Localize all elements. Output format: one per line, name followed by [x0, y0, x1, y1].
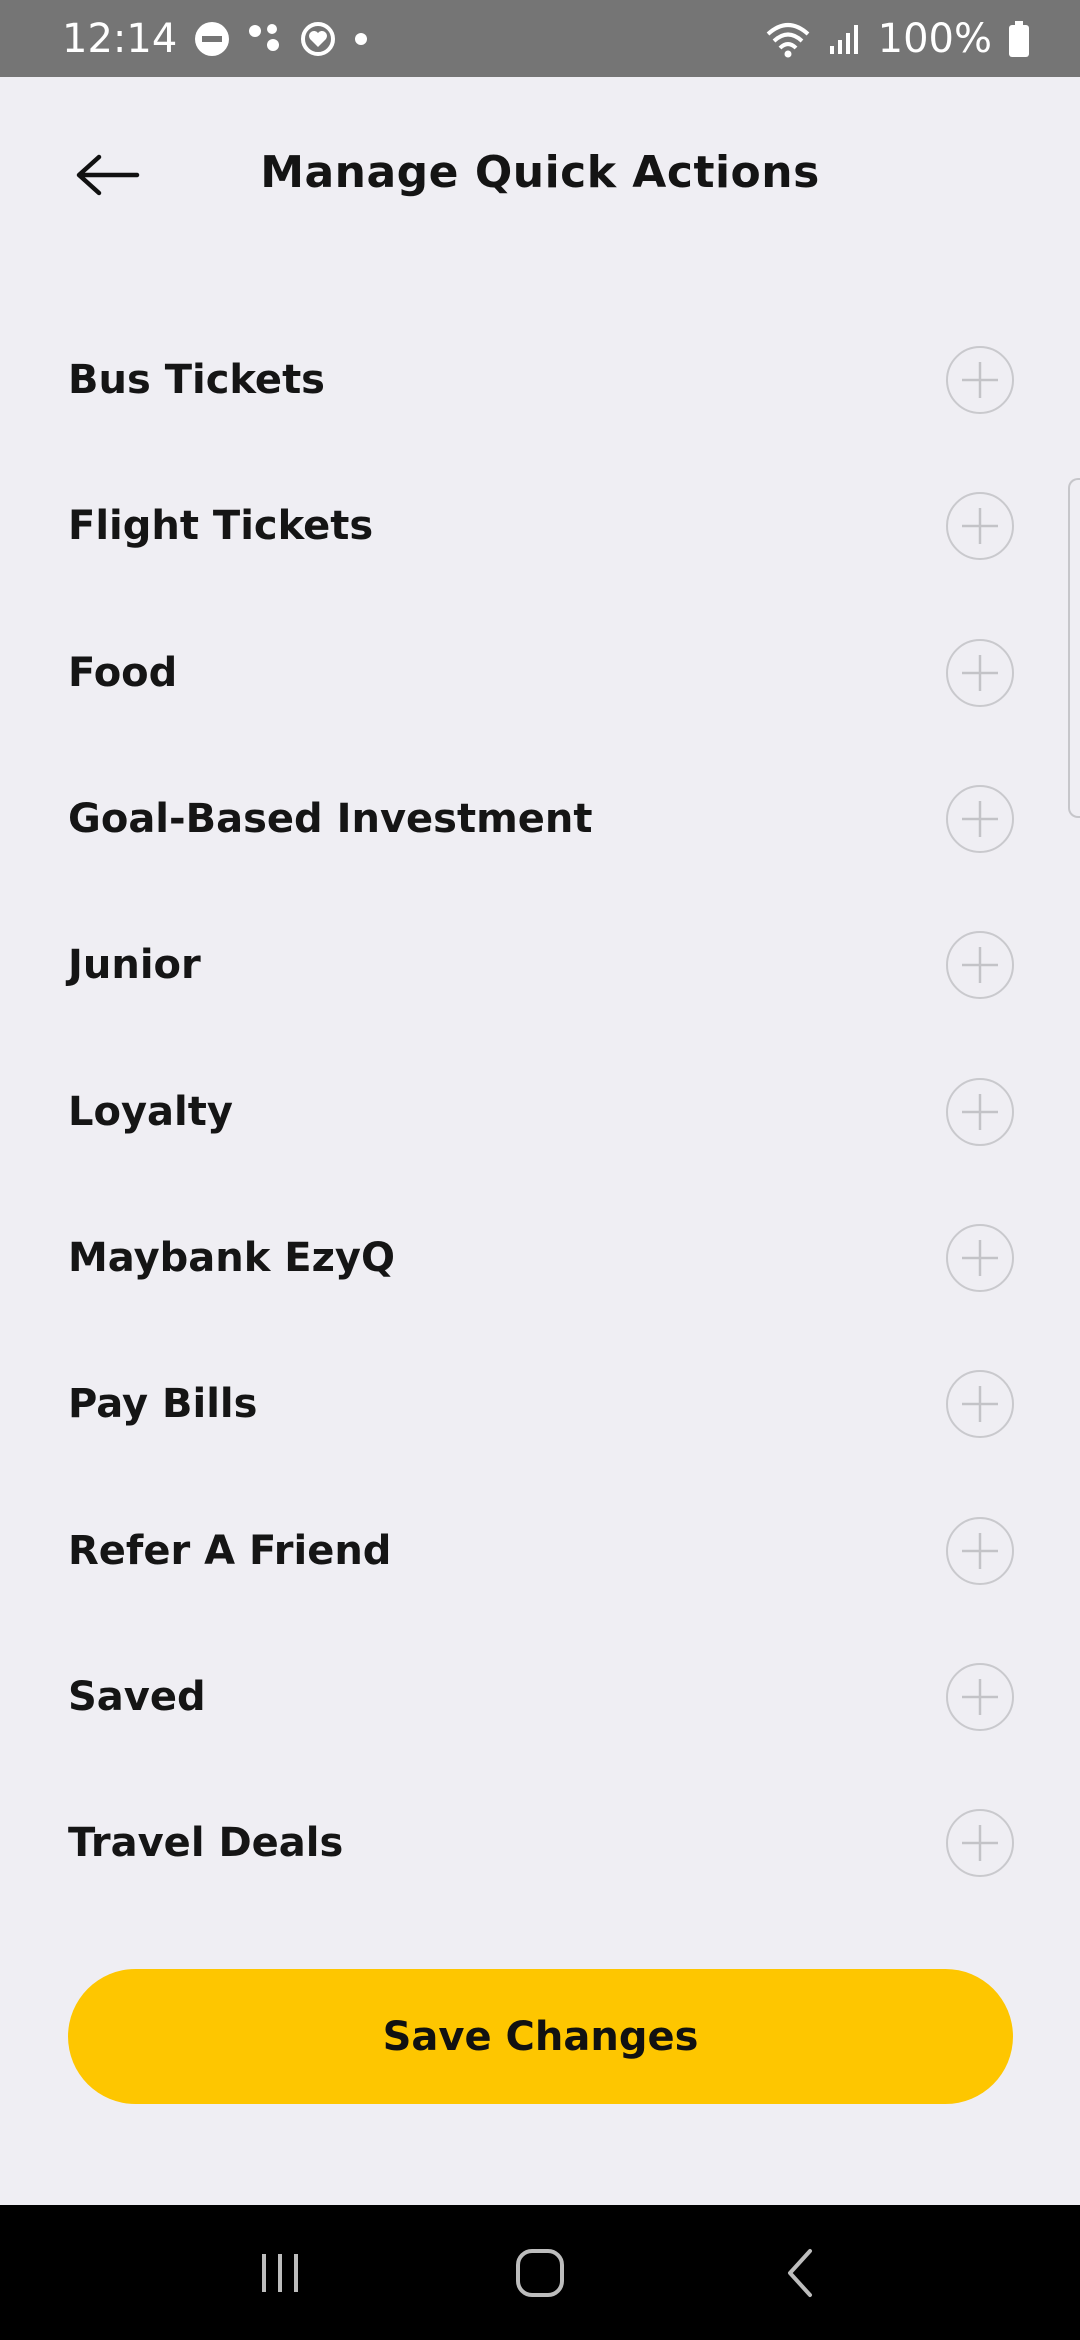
dots-app-icon: [247, 21, 283, 57]
add-button[interactable]: [946, 931, 1014, 1000]
plus-icon: [962, 1386, 998, 1423]
action-label: Junior: [68, 942, 201, 989]
system-nav-bar: [0, 2205, 1080, 2340]
status-bar: 12:14 100%: [0, 0, 1080, 77]
status-time: 12:14: [62, 15, 178, 62]
action-label: Bus Tickets: [68, 357, 325, 404]
list-item-pay-bills: Pay Bills: [0, 1331, 1080, 1477]
list-item-saved: Saved: [0, 1624, 1080, 1770]
list-item-maybank-ezyq: Maybank EzyQ: [0, 1185, 1080, 1331]
add-button[interactable]: [946, 1223, 1014, 1292]
add-button[interactable]: [946, 492, 1014, 561]
plus-icon: [962, 1825, 998, 1862]
plus-icon: [962, 654, 998, 691]
scrollbar[interactable]: [1068, 478, 1080, 818]
home-icon: [516, 2248, 564, 2297]
list-item-travel-deals: Travel Deals: [0, 1770, 1080, 1916]
signal-icon: [828, 22, 862, 56]
action-label: Flight Tickets: [68, 503, 374, 550]
action-label: Food: [68, 649, 178, 696]
plus-icon: [962, 508, 998, 545]
status-left: 12:14: [62, 16, 369, 62]
plus-icon: [962, 1678, 998, 1715]
plus-icon: [962, 801, 998, 838]
plus-icon: [962, 1093, 998, 1130]
action-label: Refer A Friend: [68, 1527, 392, 1574]
list-item-flight-tickets: Flight Tickets: [0, 453, 1080, 599]
plus-icon: [962, 947, 998, 984]
status-right: 100%: [764, 16, 1030, 62]
action-label: Goal-Based Investment: [68, 796, 593, 843]
add-button[interactable]: [946, 1809, 1014, 1878]
recents-button[interactable]: [220, 2223, 340, 2323]
action-label: Pay Bills: [68, 1381, 258, 1428]
action-label: Saved: [68, 1673, 206, 1720]
quick-action-list: Bus Tickets Flight Tickets Food Goal-Bas…: [0, 307, 1080, 1916]
save-changes-button[interactable]: Save Changes: [68, 1969, 1013, 2104]
back-chevron-icon: [788, 2248, 812, 2297]
wifi-icon: [764, 20, 812, 58]
add-button[interactable]: [946, 785, 1014, 854]
list-item-junior: Junior: [0, 892, 1080, 1038]
list-item-goal-based-investment: Goal-Based Investment: [0, 746, 1080, 892]
recents-icon: [262, 2253, 298, 2292]
add-button[interactable]: [946, 1516, 1014, 1585]
nav-back-button[interactable]: [740, 2223, 860, 2323]
action-label: Maybank EzyQ: [68, 1234, 395, 1281]
plus-icon: [962, 362, 998, 399]
add-button[interactable]: [946, 638, 1014, 707]
home-button[interactable]: [480, 2223, 600, 2323]
add-button[interactable]: [946, 1077, 1014, 1146]
list-item-loyalty: Loyalty: [0, 1038, 1080, 1184]
battery-percent: 100%: [877, 15, 992, 62]
list-item-food: Food: [0, 600, 1080, 746]
add-button[interactable]: [946, 1662, 1014, 1731]
action-label: Travel Deals: [68, 1820, 344, 1867]
action-label: Loyalty: [68, 1088, 233, 1135]
add-button[interactable]: [946, 346, 1014, 415]
plus-icon: [962, 1239, 998, 1276]
header: Manage Quick Actions: [0, 77, 1080, 272]
notification-dot-icon: [353, 31, 369, 47]
plus-icon: [962, 1532, 998, 1569]
list-item-refer-a-friend: Refer A Friend: [0, 1477, 1080, 1623]
heart-sync-icon: [299, 20, 337, 58]
list-item-bus-tickets: Bus Tickets: [0, 307, 1080, 453]
page-title: Manage Quick Actions: [260, 147, 820, 198]
do-not-disturb-icon: [193, 20, 231, 58]
battery-icon: [1008, 20, 1030, 58]
add-button[interactable]: [946, 1370, 1014, 1439]
